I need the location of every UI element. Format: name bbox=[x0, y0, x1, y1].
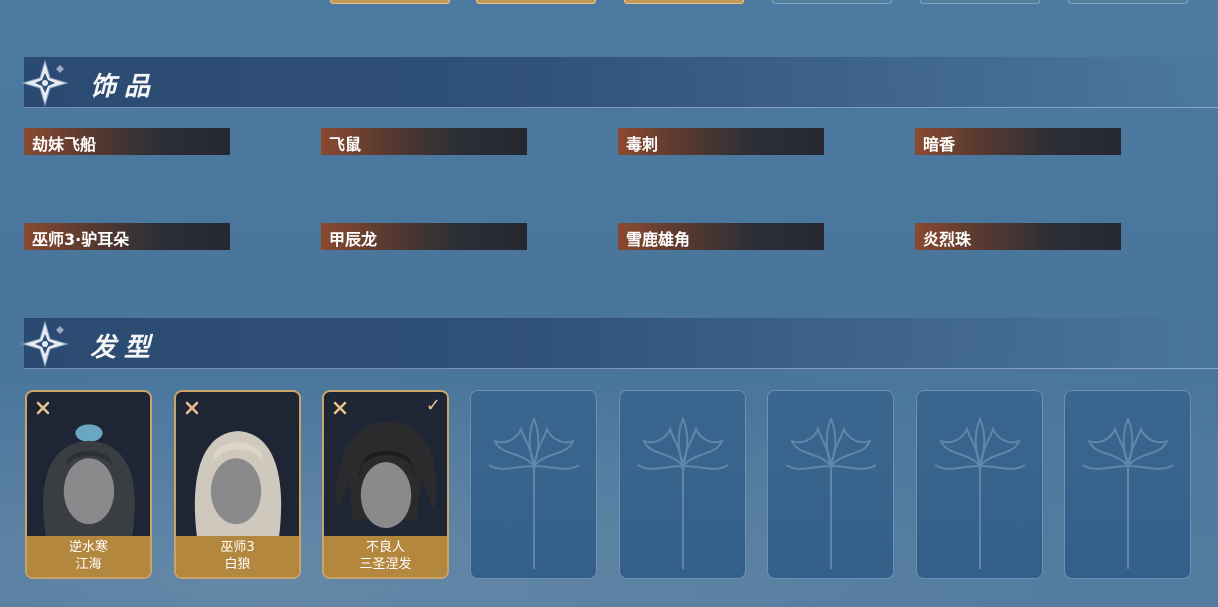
top-tab[interactable] bbox=[624, 0, 744, 4]
accessory-item[interactable]: 飞鼠 bbox=[321, 128, 527, 155]
top-tab[interactable] bbox=[920, 0, 1040, 4]
hairstyle-source: 不良人 bbox=[365, 540, 405, 555]
accessory-name: 劫妹飞船 bbox=[32, 135, 97, 154]
hairstyle-name: 白狼 bbox=[224, 557, 251, 572]
rarity-badge-icon bbox=[333, 401, 347, 415]
checkmark-icon: ✓ bbox=[425, 395, 441, 416]
accessory-name: 甲辰龙 bbox=[329, 230, 378, 249]
hairstyle-card[interactable]: 巫师3 白狼 bbox=[174, 390, 301, 579]
hairstyle-source: 逆水寒 bbox=[68, 540, 108, 555]
hairstyle-label: 不良人 三圣涅发 bbox=[324, 536, 447, 577]
hairstyle-label: 巫师3 白狼 bbox=[176, 536, 299, 577]
accessory-item[interactable]: 甲辰龙 bbox=[321, 223, 527, 250]
top-tab[interactable] bbox=[476, 0, 596, 4]
hairstyle-name: 三圣涅发 bbox=[359, 557, 412, 572]
top-tab[interactable] bbox=[772, 0, 892, 4]
accessory-item[interactable]: 炎烈珠 bbox=[915, 223, 1121, 250]
hairstyle-source: 巫师3 bbox=[220, 540, 255, 555]
hairstyle-card[interactable]: 逆水寒 江海 bbox=[25, 390, 152, 579]
hairstyles-section-header: 发型 bbox=[21, 318, 1218, 369]
diamond-star-icon bbox=[21, 320, 69, 368]
empty-hairstyle-slot[interactable] bbox=[619, 390, 746, 579]
diamond-star-icon bbox=[21, 59, 69, 107]
empty-hairstyle-slot[interactable] bbox=[767, 390, 894, 579]
accessory-item[interactable]: 巫师3·驴耳朵 bbox=[24, 223, 230, 250]
empty-hairstyle-slot[interactable] bbox=[470, 390, 597, 579]
hairstyle-name: 江海 bbox=[75, 557, 102, 572]
empty-hairstyle-slot[interactable] bbox=[916, 390, 1043, 579]
rarity-badge-icon bbox=[185, 401, 199, 415]
spider-lily-icon bbox=[488, 416, 580, 569]
accessory-name: 飞鼠 bbox=[329, 135, 362, 154]
hairstyle-card-selected[interactable]: ✓ 不良人 三圣涅发 bbox=[322, 390, 449, 579]
accessories-section-header: 饰品 bbox=[21, 57, 1218, 108]
top-tab[interactable] bbox=[330, 0, 450, 4]
accessory-item[interactable]: 毒刺 bbox=[618, 128, 824, 155]
accessory-item[interactable]: 暗香 bbox=[915, 128, 1121, 155]
rarity-badge-icon bbox=[36, 401, 50, 415]
accessory-name: 雪鹿雄角 bbox=[626, 230, 691, 249]
accessory-item[interactable]: 雪鹿雄角 bbox=[618, 223, 824, 250]
accessory-name: 巫师3·驴耳朵 bbox=[32, 230, 130, 249]
spider-lily-icon bbox=[785, 416, 877, 569]
spider-lily-icon bbox=[1082, 416, 1174, 569]
hairstyle-label: 逆水寒 江海 bbox=[27, 536, 150, 577]
section-title: 发型 bbox=[90, 333, 159, 363]
accessory-name: 毒刺 bbox=[626, 135, 659, 154]
accessory-name: 暗香 bbox=[923, 135, 956, 154]
spider-lily-icon bbox=[934, 416, 1026, 569]
accessory-item[interactable]: 劫妹飞船 bbox=[24, 128, 230, 155]
accessory-name: 炎烈珠 bbox=[923, 230, 972, 249]
section-title: 饰品 bbox=[90, 72, 159, 102]
empty-hairstyle-slot[interactable] bbox=[1064, 390, 1191, 579]
spider-lily-icon bbox=[637, 416, 729, 569]
top-tab[interactable] bbox=[1068, 0, 1188, 4]
